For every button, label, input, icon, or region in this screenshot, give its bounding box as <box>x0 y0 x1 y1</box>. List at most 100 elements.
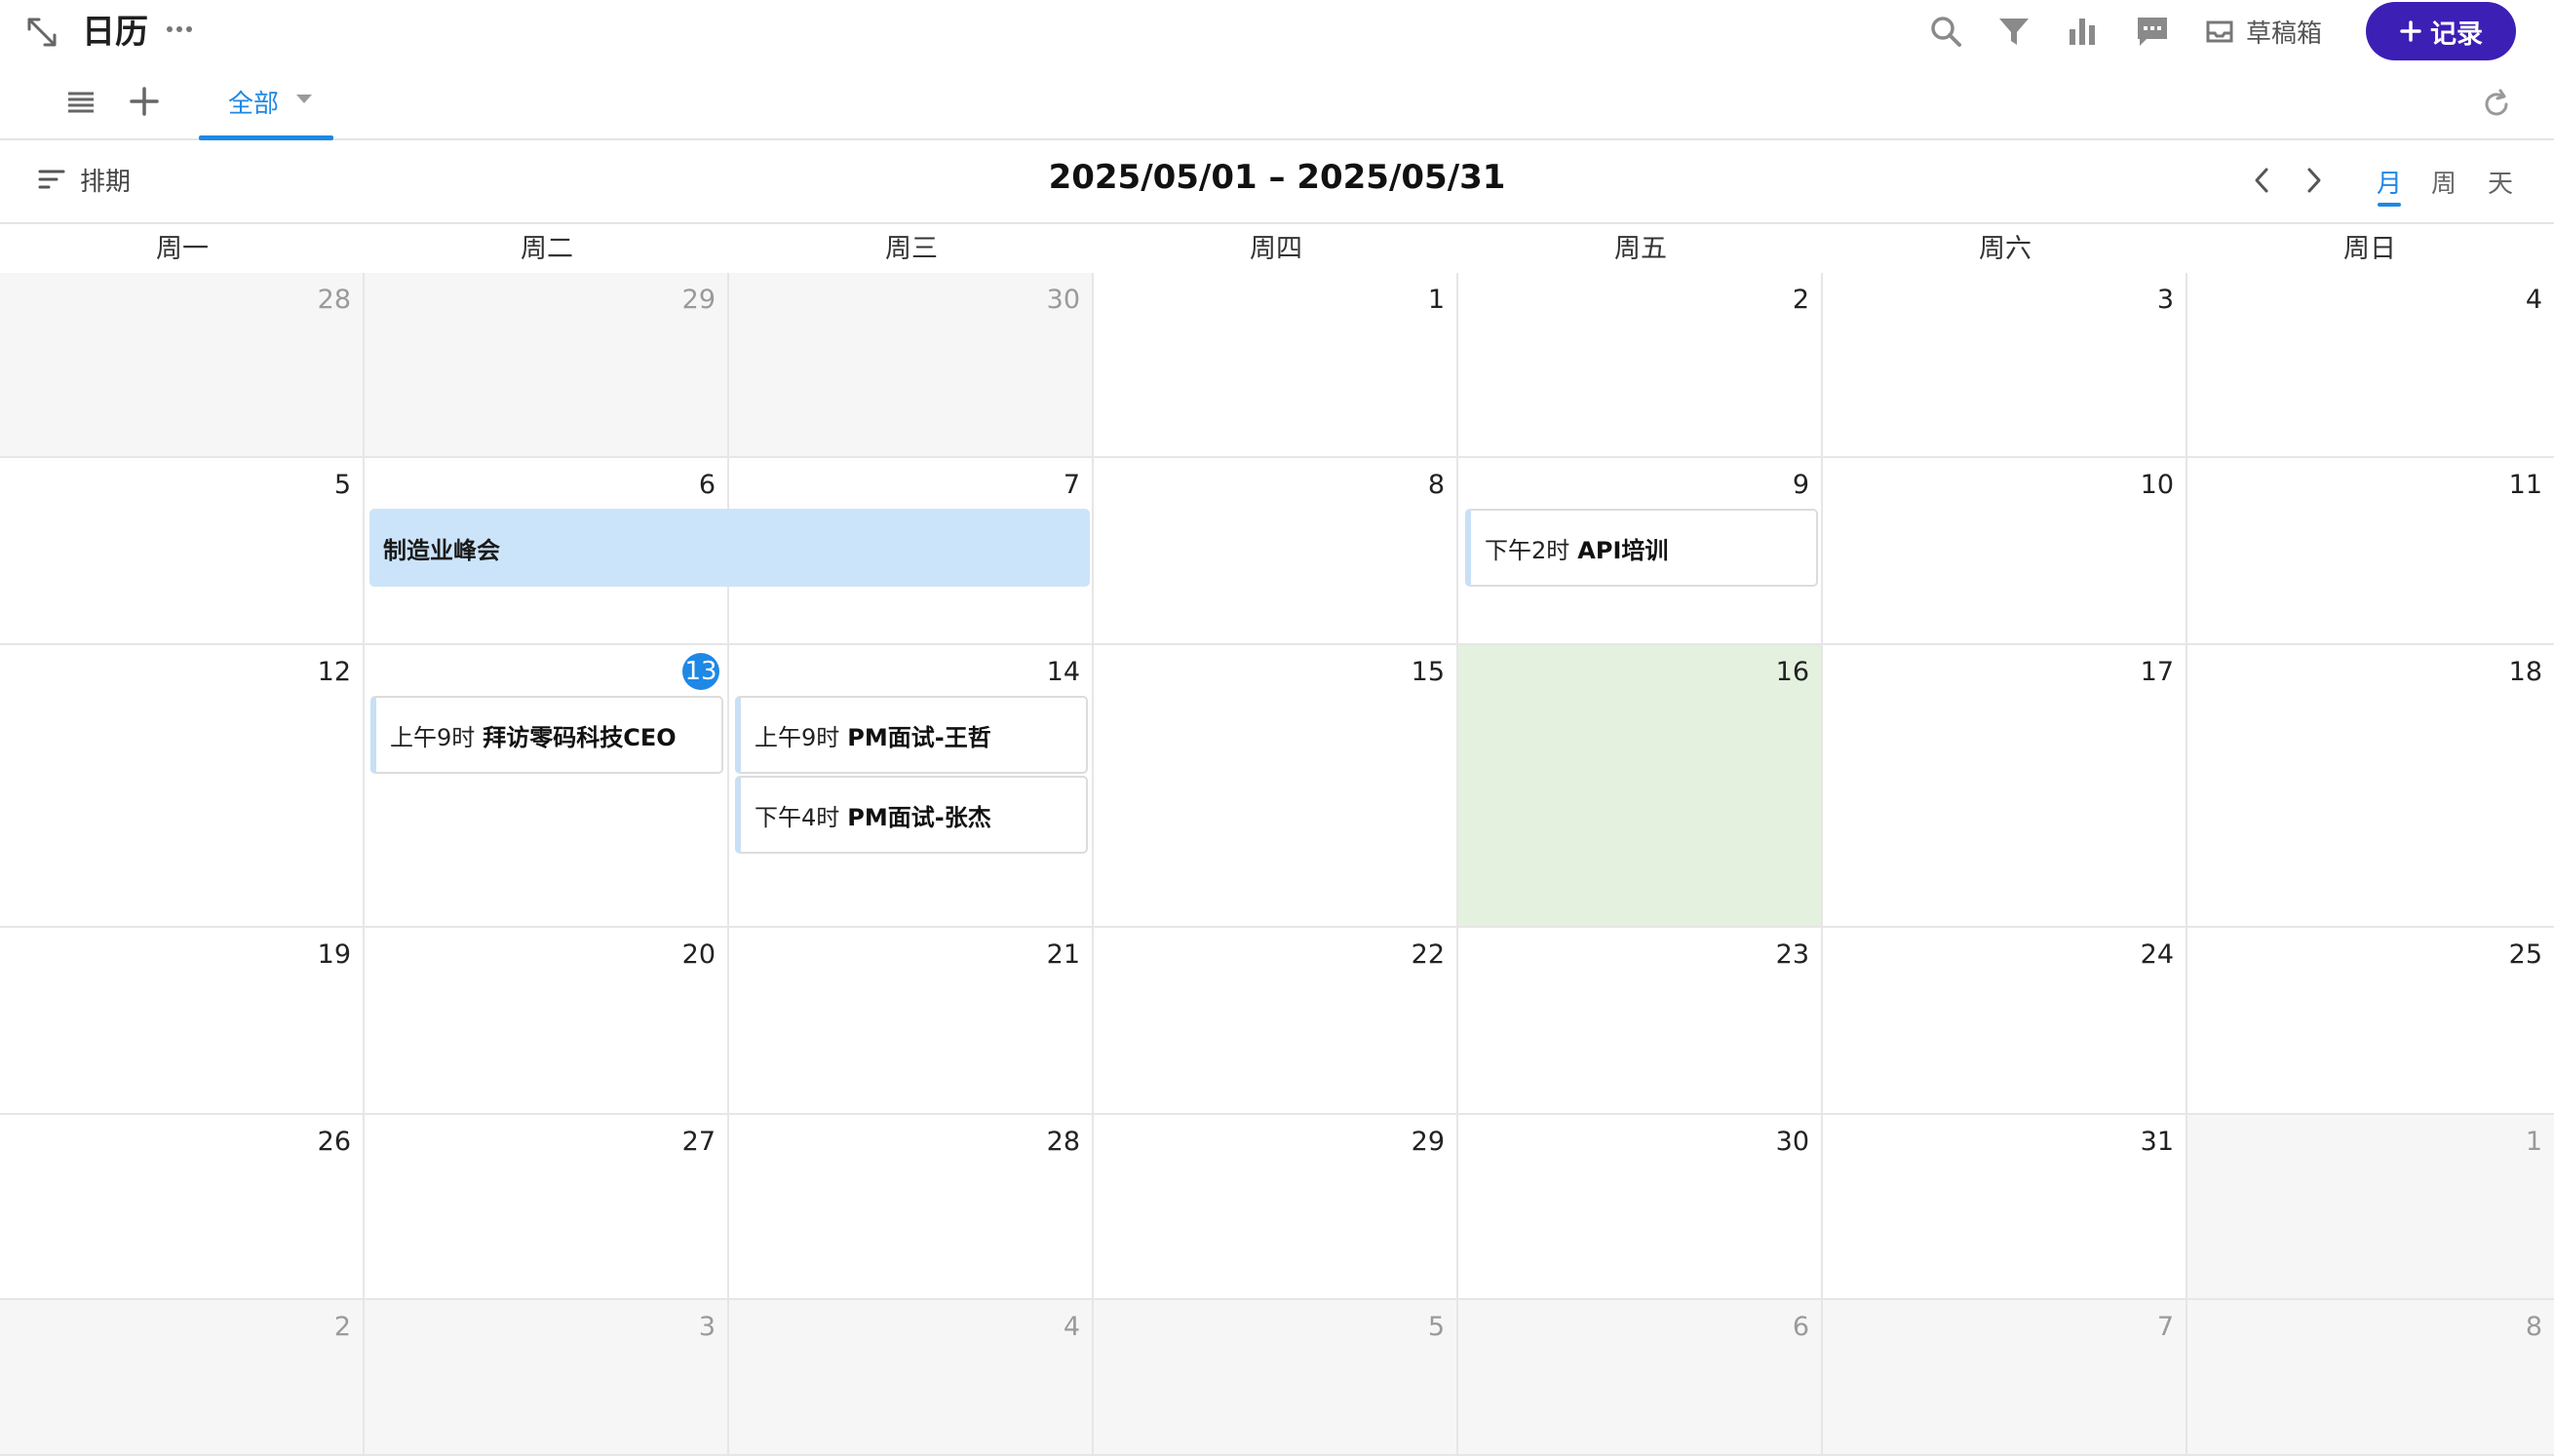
day-cell[interactable]: 13 <box>365 645 729 928</box>
day-cell[interactable]: 11 <box>2187 458 2554 645</box>
event-manufacturing-summit[interactable]: 制造业峰会 <box>369 509 1090 587</box>
chevron-right-icon[interactable] <box>2297 164 2330 197</box>
day-cell[interactable]: 2 <box>0 1300 365 1456</box>
event-time: 上午9时 <box>390 723 476 751</box>
day-cell[interactable]: 20 <box>365 928 729 1115</box>
expand-icon[interactable] <box>25 16 58 49</box>
day-cell[interactable]: 5 <box>1094 1300 1458 1456</box>
day-cell[interactable]: 30 <box>1458 1115 1823 1300</box>
refresh-icon[interactable] <box>2480 88 2513 121</box>
day-cell[interactable]: 8 <box>1094 458 1458 645</box>
day-cell[interactable]: 27 <box>365 1115 729 1300</box>
filter-icon[interactable] <box>1994 12 2033 51</box>
day-number: 4 <box>2525 285 2542 315</box>
day-cell[interactable]: 31 <box>1823 1115 2187 1300</box>
weekday-label: 周一 <box>156 234 209 264</box>
caret-down-icon[interactable] <box>294 92 314 105</box>
day-number: 17 <box>2140 657 2174 687</box>
event-title: 制造业峰会 <box>383 536 500 564</box>
week-row: 2 3 4 5 6 7 8 <box>0 1300 2554 1456</box>
day-number: 27 <box>681 1127 716 1157</box>
day-cell[interactable]: 26 <box>0 1115 365 1300</box>
day-cell[interactable]: 7 <box>1823 1300 2187 1456</box>
search-icon[interactable] <box>1926 12 1965 51</box>
event-api-training[interactable]: 下午2时 API培训 <box>1465 509 1818 587</box>
event-time: 下午4时 <box>755 803 840 831</box>
day-cell[interactable]: 17 <box>1823 645 2187 928</box>
menu-icon[interactable] <box>64 86 97 119</box>
tab-all[interactable]: 全部 <box>199 78 333 140</box>
weekday-label: 周四 <box>1250 234 1302 264</box>
day-number: 4 <box>1063 1312 1080 1342</box>
mode-day-tab[interactable]: 天 <box>2488 164 2513 200</box>
day-cell[interactable]: 29 <box>1094 1115 1458 1300</box>
event-title: PM面试-张杰 <box>847 803 991 831</box>
day-number: 12 <box>317 657 351 687</box>
event-interview-wang[interactable]: 上午9时 PM面试-王哲 <box>735 696 1088 774</box>
day-cell[interactable]: 19 <box>0 928 365 1115</box>
day-number: 3 <box>2156 285 2174 315</box>
day-number: 9 <box>1792 470 1809 500</box>
day-cell[interactable]: 2 <box>1458 273 1823 458</box>
day-cell[interactable]: 4 <box>2187 273 2554 458</box>
day-cell[interactable]: 5 <box>0 458 365 645</box>
day-number: 7 <box>1063 470 1080 500</box>
add-record-button[interactable]: 记录 <box>2366 2 2516 60</box>
day-cell[interactable]: 28 <box>0 273 365 458</box>
day-cell[interactable]: 8 <box>2187 1300 2554 1456</box>
mode-week-tab[interactable]: 周 <box>2431 164 2457 200</box>
day-cell-highlighted[interactable]: 16 <box>1458 645 1823 928</box>
day-cell[interactable]: 3 <box>1823 273 2187 458</box>
day-cell[interactable]: 18 <box>2187 645 2554 928</box>
chevron-left-icon[interactable] <box>2246 164 2279 197</box>
day-cell[interactable]: 1 <box>2187 1115 2554 1300</box>
more-options-icon[interactable] <box>164 14 195 45</box>
active-mode-indicator <box>2378 203 2401 207</box>
event-interview-zhang[interactable]: 下午4时 PM面试-张杰 <box>735 776 1088 854</box>
day-cell[interactable]: 1 <box>1094 273 1458 458</box>
week-row: 19 20 21 22 23 24 25 <box>0 928 2554 1115</box>
day-number: 30 <box>1046 285 1080 315</box>
day-number: 1 <box>1427 285 1445 315</box>
day-number: 18 <box>2508 657 2542 687</box>
day-cell[interactable]: 4 <box>729 1300 1094 1456</box>
day-cell[interactable]: 15 <box>1094 645 1458 928</box>
day-cell[interactable]: 21 <box>729 928 1094 1115</box>
day-cell[interactable]: 6 <box>1458 1300 1823 1456</box>
day-number: 6 <box>698 470 716 500</box>
day-number: 20 <box>681 939 716 970</box>
add-record-label: 记录 <box>2430 19 2483 50</box>
day-cell[interactable]: 23 <box>1458 928 1823 1115</box>
bar-chart-icon[interactable] <box>2063 12 2102 51</box>
day-number: 7 <box>2156 1312 2174 1342</box>
day-number: 30 <box>1775 1127 1809 1157</box>
day-cell[interactable]: 28 <box>729 1115 1094 1300</box>
day-cell[interactable]: 29 <box>365 273 729 458</box>
add-view-icon[interactable] <box>127 84 162 119</box>
day-number: 31 <box>2140 1127 2174 1157</box>
day-number: 19 <box>317 939 351 970</box>
weekday-label: 周五 <box>1614 234 1667 264</box>
view-tabs-bar: 全部 <box>0 62 2554 140</box>
day-number: 28 <box>317 285 351 315</box>
day-number: 6 <box>1792 1312 1809 1342</box>
day-number: 5 <box>333 470 351 500</box>
comment-icon[interactable] <box>2133 12 2172 51</box>
day-cell[interactable]: 22 <box>1094 928 1458 1115</box>
week-row: 28 29 30 1 2 3 4 <box>0 273 2554 458</box>
day-cell[interactable]: 24 <box>1823 928 2187 1115</box>
day-cell[interactable]: 12 <box>0 645 365 928</box>
day-number: 10 <box>2140 470 2174 500</box>
day-number: 5 <box>1427 1312 1445 1342</box>
day-number: 11 <box>2508 470 2542 500</box>
mode-month-tab[interactable]: 月 <box>2377 164 2402 200</box>
day-cell[interactable]: 3 <box>365 1300 729 1456</box>
day-cell[interactable]: 25 <box>2187 928 2554 1115</box>
day-number: 3 <box>698 1312 716 1342</box>
day-cell[interactable]: 10 <box>1823 458 2187 645</box>
page-title: 日历 <box>82 13 148 52</box>
event-visit-ceo[interactable]: 上午9时 拜访零码科技CEO <box>370 696 723 774</box>
drafts-button[interactable]: 草稿箱 <box>2205 12 2322 51</box>
day-number: 16 <box>1775 657 1809 687</box>
day-cell[interactable]: 30 <box>729 273 1094 458</box>
